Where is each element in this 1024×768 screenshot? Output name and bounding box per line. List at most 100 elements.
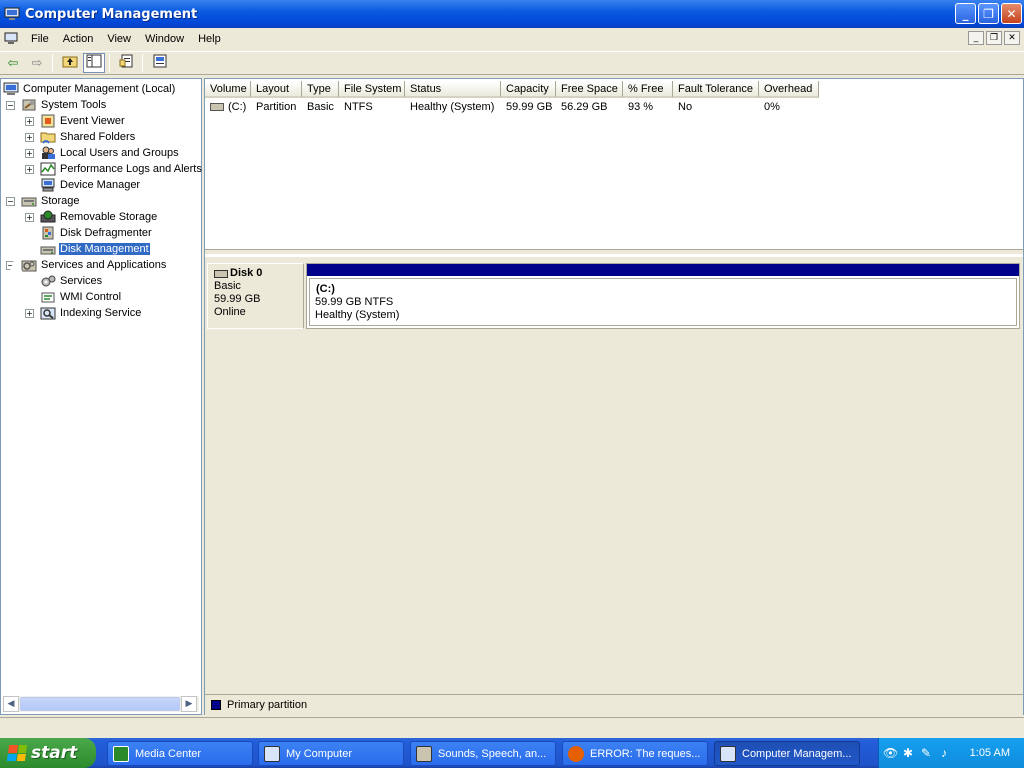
- menu-help[interactable]: Help: [191, 33, 228, 45]
- expand-performance-logs-toggle[interactable]: +: [25, 165, 34, 174]
- tree-item-performance-logs-and-alerts[interactable]: Performance Logs and Alerts: [40, 161, 203, 177]
- taskbar-item-computer-management[interactable]: Computer Managem...: [714, 741, 860, 766]
- tree-item-removable-storage[interactable]: Removable Storage: [40, 209, 158, 225]
- primary-partition-bar: [307, 264, 1019, 276]
- primary-partition-swatch: [211, 699, 221, 710]
- column-header[interactable]: File System: [339, 81, 405, 98]
- collapse-system-tools-toggle[interactable]: −: [6, 101, 15, 110]
- status-cell: Healthy (System): [410, 101, 495, 113]
- disk-name: Disk 0: [230, 267, 263, 279]
- console-tree-pane[interactable]: Computer Management (Local) − System Too…: [0, 78, 202, 715]
- expand-event-viewer-toggle[interactable]: +: [25, 117, 34, 126]
- tree-label: Event Viewer: [60, 115, 125, 127]
- partition-label: (C:): [316, 283, 335, 295]
- back-button[interactable]: ⇦: [2, 53, 24, 73]
- tree-item-system-tools[interactable]: System Tools: [21, 97, 107, 113]
- taskbar-item-sounds-speech[interactable]: Sounds, Speech, an...: [410, 741, 556, 766]
- scroll-thumb[interactable]: [20, 697, 180, 711]
- computer-management-icon: [720, 745, 736, 762]
- partition-card[interactable]: (C:) 59.99 GB NTFS Healthy (System): [306, 263, 1020, 329]
- tree-label: Services: [60, 275, 103, 287]
- tree-label: Disk Management: [58, 242, 151, 256]
- column-header[interactable]: Capacity: [501, 81, 556, 98]
- partition-body[interactable]: (C:) 59.99 GB NTFS Healthy (System): [309, 278, 1017, 326]
- tree-horizontal-scrollbar[interactable]: ◀ ▶: [3, 696, 199, 712]
- network-icon[interactable]: ✱: [901, 746, 915, 760]
- tree-label: Storage: [41, 195, 80, 207]
- taskbar-item-my-computer[interactable]: My Computer: [258, 741, 404, 766]
- forward-button[interactable]: ⇨: [26, 53, 48, 73]
- close-button[interactable]: ✕: [1001, 3, 1022, 24]
- taskbar-item-firefox-error[interactable]: ERROR: The reques...: [562, 741, 708, 766]
- tree-item-event-viewer[interactable]: Event Viewer: [40, 113, 126, 129]
- sounds-icon: [416, 745, 432, 762]
- up-one-level-button[interactable]: [59, 53, 81, 73]
- tree-item-services-and-applications[interactable]: Services and Applications: [21, 257, 167, 273]
- task-label: Computer Managem...: [742, 747, 852, 760]
- volume-list[interactable]: Volume Layout Type File System Status Ca…: [205, 79, 1023, 249]
- column-header[interactable]: Type: [302, 81, 339, 98]
- system-menu-icon[interactable]: [4, 32, 18, 46]
- expand-indexing-service-toggle[interactable]: +: [25, 309, 34, 318]
- tree-item-computer-management[interactable]: Computer Management (Local): [3, 81, 176, 97]
- column-header[interactable]: Fault Tolerance: [673, 81, 759, 98]
- tree-item-local-users-and-groups[interactable]: Local Users and Groups: [40, 145, 180, 161]
- restore-icon: ❐: [983, 6, 994, 21]
- restore-button[interactable]: ❐: [978, 3, 999, 24]
- toolbar-separator: [52, 54, 53, 72]
- forward-arrow-icon: ⇨: [31, 55, 43, 71]
- child-restore-button[interactable]: ❐: [986, 31, 1002, 45]
- tree-label: WMI Control: [60, 291, 122, 303]
- chevron-left-icon: ◀: [7, 699, 15, 709]
- properties-button[interactable]: [116, 53, 138, 73]
- volume-name: (C:): [228, 101, 247, 113]
- menu-view[interactable]: View: [100, 33, 138, 45]
- start-button[interactable]: start: [0, 738, 96, 768]
- expand-local-users-toggle[interactable]: +: [25, 149, 34, 158]
- column-header[interactable]: Free Space: [556, 81, 623, 98]
- firefox-icon: [568, 745, 584, 762]
- tree-item-services[interactable]: Services: [40, 273, 103, 289]
- task-label: Sounds, Speech, an...: [438, 747, 547, 760]
- volume-icon[interactable]: ♪: [937, 746, 951, 760]
- scroll-left-button[interactable]: ◀: [3, 696, 19, 712]
- performance-logs-icon: [40, 162, 56, 176]
- tree-item-wmi-control[interactable]: WMI Control: [40, 289, 122, 305]
- column-header[interactable]: Layout: [251, 81, 302, 98]
- menu-file[interactable]: File: [24, 33, 56, 45]
- minimize-button[interactable]: _: [955, 3, 976, 24]
- expand-shared-folders-toggle[interactable]: +: [25, 133, 34, 142]
- title-bar[interactable]: Computer Management _ ❐ ✕: [0, 0, 1024, 28]
- scroll-right-button[interactable]: ▶: [181, 696, 197, 712]
- tree-item-indexing-service[interactable]: Indexing Service: [40, 305, 142, 321]
- tree-label: Local Users and Groups: [60, 147, 179, 159]
- column-header[interactable]: Overhead: [759, 81, 819, 98]
- clock[interactable]: 1:05 AM: [970, 747, 1010, 759]
- tree-item-storage[interactable]: Storage: [21, 193, 81, 209]
- capacity-cell: 59.99 GB: [506, 101, 553, 113]
- show-hide-console-tree-button[interactable]: [83, 53, 105, 73]
- expand-removable-storage-toggle[interactable]: +: [25, 213, 34, 222]
- tree-item-disk-management[interactable]: Disk Management: [40, 241, 151, 257]
- column-header[interactable]: Volume: [205, 81, 251, 98]
- volume-row[interactable]: (C:) Partition Basic NTFS Healthy (Syste…: [205, 99, 819, 115]
- eye-icon[interactable]: 👁: [883, 746, 898, 760]
- menu-action[interactable]: Action: [56, 33, 101, 45]
- tree-item-shared-folders[interactable]: Shared Folders: [40, 129, 136, 145]
- tools-icon[interactable]: ✎: [919, 746, 933, 760]
- pane-splitter[interactable]: [205, 249, 1023, 255]
- computer-management-window: Computer Management _ ❐ ✕ File Action Vi…: [0, 0, 1024, 768]
- tree-item-disk-defragmenter[interactable]: Disk Defragmenter: [40, 225, 153, 241]
- toolbar-separator: [142, 54, 143, 72]
- tree-item-device-manager[interactable]: Device Manager: [40, 177, 141, 193]
- windows-logo-icon: [6, 745, 28, 761]
- child-close-button[interactable]: ✕: [1004, 31, 1020, 45]
- column-header[interactable]: Status: [405, 81, 501, 98]
- collapse-storage-toggle[interactable]: −: [6, 197, 15, 206]
- help-button[interactable]: [149, 53, 171, 73]
- column-header[interactable]: % Free: [623, 81, 673, 98]
- taskbar-item-media-center[interactable]: Media Center: [107, 741, 253, 766]
- menu-window[interactable]: Window: [138, 33, 191, 45]
- disk-info-panel[interactable]: Disk 0 Basic 59.99 GB Online: [207, 263, 304, 329]
- child-minimize-button[interactable]: _: [968, 31, 984, 45]
